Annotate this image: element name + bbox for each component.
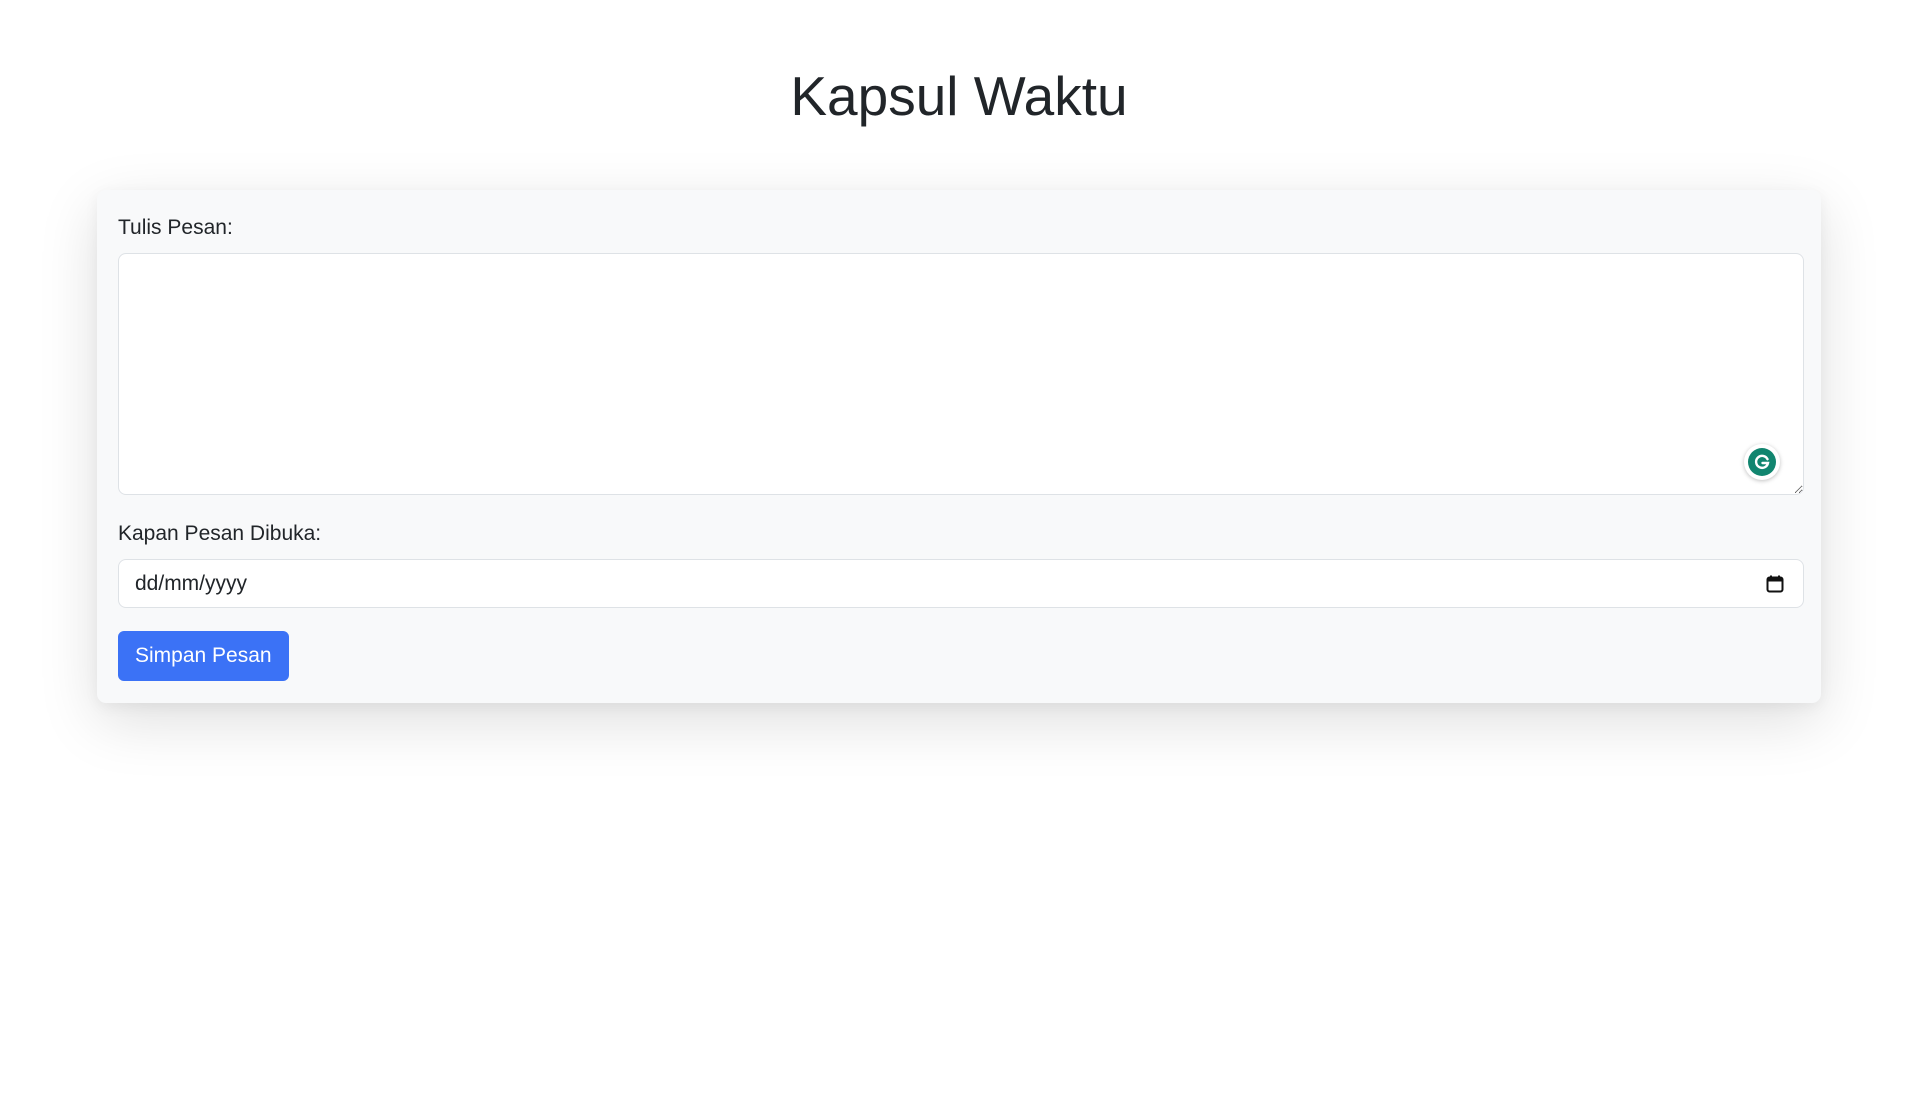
grammarly-icon[interactable] [1744, 444, 1780, 480]
grammarly-g-glyph [1754, 454, 1770, 470]
grammarly-logo [1748, 448, 1776, 476]
message-label: Tulis Pesan: [118, 216, 233, 239]
open-date-input[interactable]: dd/mm/yyyy [118, 559, 1804, 608]
open-date-label: Kapan Pesan Dibuka: [118, 522, 322, 545]
date-placeholder: dd/mm/yyyy [135, 572, 248, 595]
message-textarea[interactable] [118, 253, 1804, 495]
page: Kapsul Waktu Tulis Pesan: Kapan Pesan Di… [0, 0, 1918, 1115]
calendar-icon[interactable] [1765, 574, 1785, 594]
time-capsule-form: Tulis Pesan: Kapan Pesan Dibuka: dd/mm/y… [97, 190, 1821, 703]
page-title: Kapsul Waktu [790, 65, 1128, 127]
save-message-button[interactable]: Simpan Pesan [118, 631, 289, 681]
